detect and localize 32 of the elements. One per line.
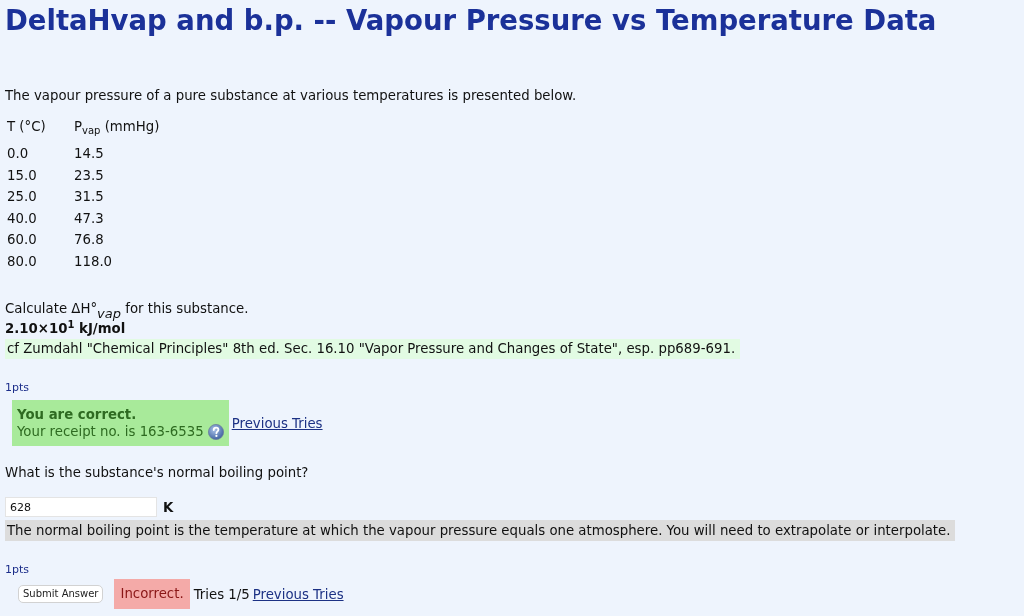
previous-tries-link[interactable]: Previous Tries [252, 586, 344, 602]
reference-note: cf Zumdahl "Chemical Principles" 8th ed. Sec. 16.10 "Vapor Pressure and Changes of State", esp. pp689-691. [5, 339, 741, 359]
table-cell-text: 40.0 [6, 209, 38, 228]
table-cell-text: 80.0 [6, 252, 38, 271]
table-cell-text: 14.5 [73, 145, 105, 164]
hint-text: The normal boiling point is the temperature at which the vapour pressure equals one atmosphere. You will need to extrapolate or interpolate. [5, 520, 955, 541]
table-cell-text: 31.5 [73, 188, 105, 207]
question-text: What is the substance's normal boiling point? [5, 464, 309, 482]
table-cell-text: 23.5 [73, 166, 105, 185]
previous-tries-link[interactable]: Previous Tries [231, 415, 323, 431]
feedback-text: Incorrect. [120, 586, 184, 601]
tries-count: Tries 1/5 [193, 586, 250, 602]
table-cell-text: 25.0 [6, 188, 38, 207]
points-label: 1pts [5, 563, 30, 577]
feedback-text: Your receipt no. is 163-6535 [17, 423, 204, 441]
table-cell-text: 0.0 [6, 145, 30, 164]
table-cell-text: 60.0 [6, 231, 38, 250]
column-header: T (°C) [6, 118, 47, 136]
answer-input[interactable]: 628 [5, 497, 157, 517]
answer-text: 2.10×10$^{1}$ kJ/mol [5, 320, 126, 338]
table-cell-text: 47.3 [73, 209, 105, 228]
table-cell-text: 15.0 [6, 166, 38, 185]
table-cell-text: 76.8 [73, 231, 105, 250]
column-header: P$_{vap}$ (mmHg) [73, 118, 160, 138]
feedback-heading: You are correct. [17, 406, 138, 423]
submit-answer-button[interactable]: Submit Answer [18, 585, 104, 603]
points-label: 1pts [5, 381, 30, 395]
table-cell-text: 118.0 [73, 252, 114, 271]
intro-text: The vapour pressure of a pure substance at various temperatures is presented below. [5, 88, 577, 104]
unit-label: K [163, 499, 174, 515]
page-title: DeltaHvap and b.p. -- Vapour Pressure vs Temperature Data [5, 3, 937, 37]
help-icon[interactable] [207, 424, 224, 440]
